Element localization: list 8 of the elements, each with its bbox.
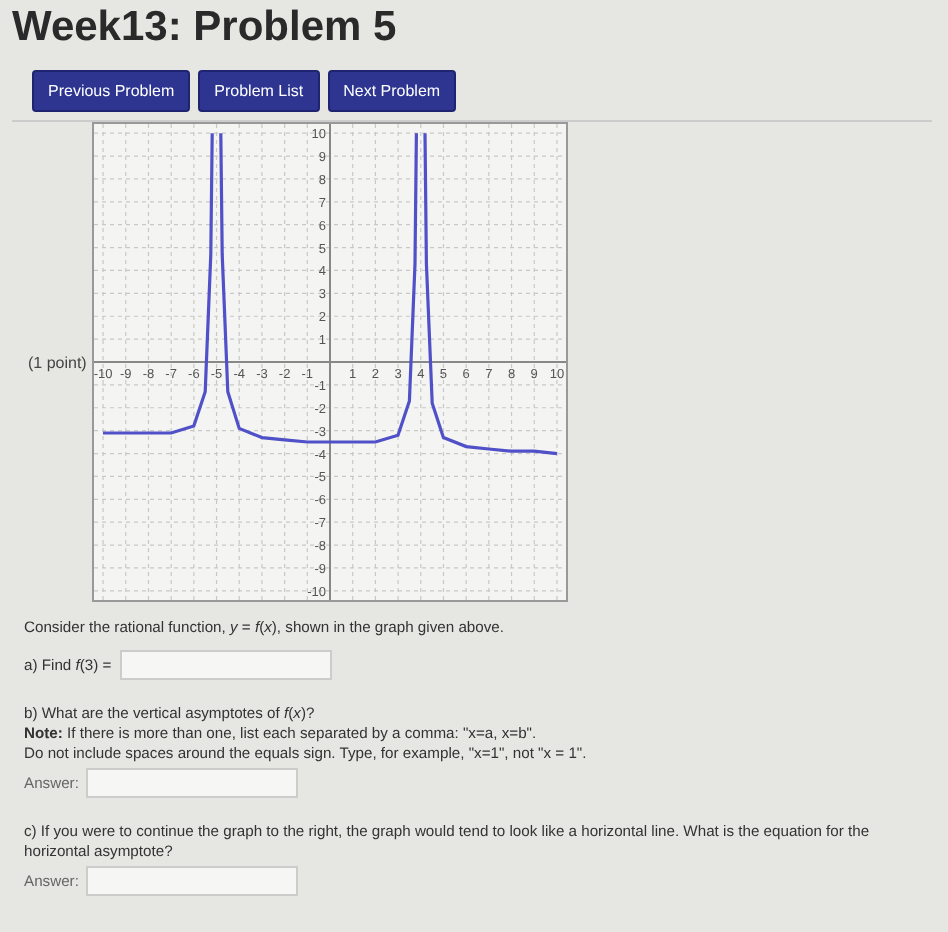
answer-field[interactable] — [86, 866, 299, 896]
points-label: (1 point) — [28, 353, 87, 371]
nav-button[interactable]: Problem List — [198, 70, 320, 112]
answer-field[interactable] — [119, 650, 332, 680]
page-title: Week13: Problem 5 — [12, 2, 399, 52]
answer-field[interactable] — [86, 768, 299, 798]
nav-button[interactable]: Next Problem — [327, 70, 457, 112]
nav-button[interactable]: Previous Problem — [32, 70, 191, 112]
